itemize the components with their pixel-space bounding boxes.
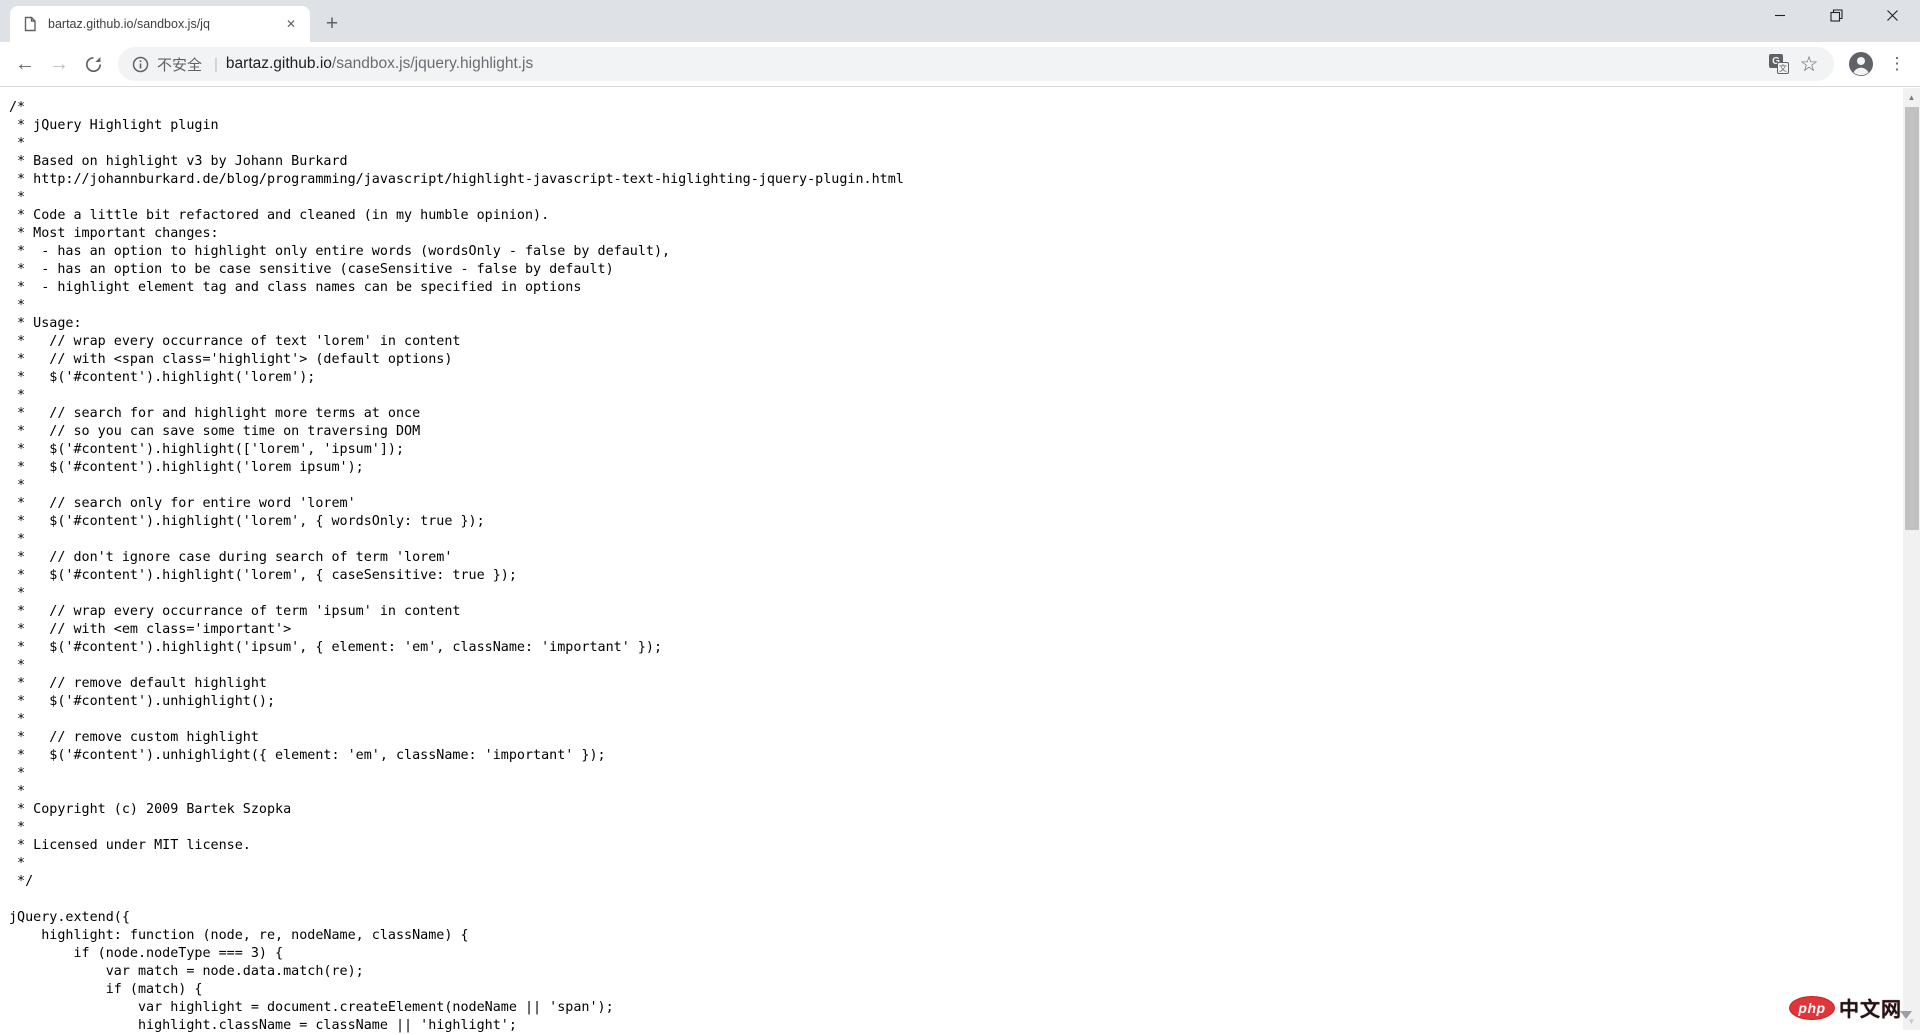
php-logo-oval: php xyxy=(1789,996,1835,1020)
avatar-icon xyxy=(1848,51,1874,77)
reload-button[interactable] xyxy=(76,47,110,81)
bookmark-button[interactable]: ☆ xyxy=(1794,49,1824,79)
security-label[interactable]: 不安全 xyxy=(157,54,202,75)
php-cn-watermark: php 中文网 xyxy=(1789,993,1912,1022)
source-code: /* * jQuery Highlight plugin * * Based o… xyxy=(0,87,1920,1035)
url-domain: bartaz.github.io xyxy=(226,55,332,72)
star-icon: ☆ xyxy=(1800,54,1819,75)
document-favicon-icon xyxy=(22,16,38,32)
forward-button: → xyxy=(42,47,76,81)
php-logo-text: 中文网 xyxy=(1839,993,1902,1022)
url-text[interactable]: bartaz.github.io/sandbox.js/jquery.highl… xyxy=(226,55,533,73)
browser-menu-button[interactable]: ⋮ xyxy=(1882,47,1912,81)
tab-close-icon[interactable]: ✕ xyxy=(282,15,300,33)
scrollbar-thumb[interactable] xyxy=(1905,107,1919,530)
address-bar[interactable]: 不安全 | bartaz.github.io/sandbox.js/jquery… xyxy=(118,47,1834,81)
tab-strip: bartaz.github.io/sandbox.js/jq ✕ + xyxy=(0,0,1920,42)
restore-button[interactable] xyxy=(1808,0,1864,30)
translate-wen-glyph: 文 xyxy=(1777,62,1789,74)
close-window-button[interactable] xyxy=(1864,0,1920,30)
restore-icon xyxy=(1830,9,1843,22)
window-controls xyxy=(1752,0,1920,30)
close-window-icon xyxy=(1886,9,1899,22)
scroll-up-icon[interactable]: ▲ xyxy=(1903,89,1920,106)
page-content: /* * jQuery Highlight plugin * * Based o… xyxy=(0,87,1920,1030)
back-button[interactable]: ← xyxy=(8,47,42,81)
translate-button[interactable]: G 文 xyxy=(1764,49,1794,79)
minimize-icon xyxy=(1774,9,1786,21)
profile-button[interactable] xyxy=(1844,47,1878,81)
vertical-scrollbar[interactable]: ▲ ▼ xyxy=(1903,88,1920,1030)
new-tab-button[interactable]: + xyxy=(318,9,346,37)
reload-icon xyxy=(84,55,103,74)
info-icon[interactable] xyxy=(132,56,149,73)
tab-title: bartaz.github.io/sandbox.js/jq xyxy=(48,17,276,31)
translate-icon: G 文 xyxy=(1769,54,1789,74)
browser-tab[interactable]: bartaz.github.io/sandbox.js/jq ✕ xyxy=(10,6,310,42)
omnibox-separator: | xyxy=(214,56,218,73)
url-path: /sandbox.js/jquery.highlight.js xyxy=(332,55,533,72)
watermark-triangle-icon xyxy=(1900,1011,1912,1019)
minimize-button[interactable] xyxy=(1752,0,1808,30)
browser-toolbar: ← → 不安全 | bartaz.github.io/sandbox.js/jq… xyxy=(0,42,1920,87)
